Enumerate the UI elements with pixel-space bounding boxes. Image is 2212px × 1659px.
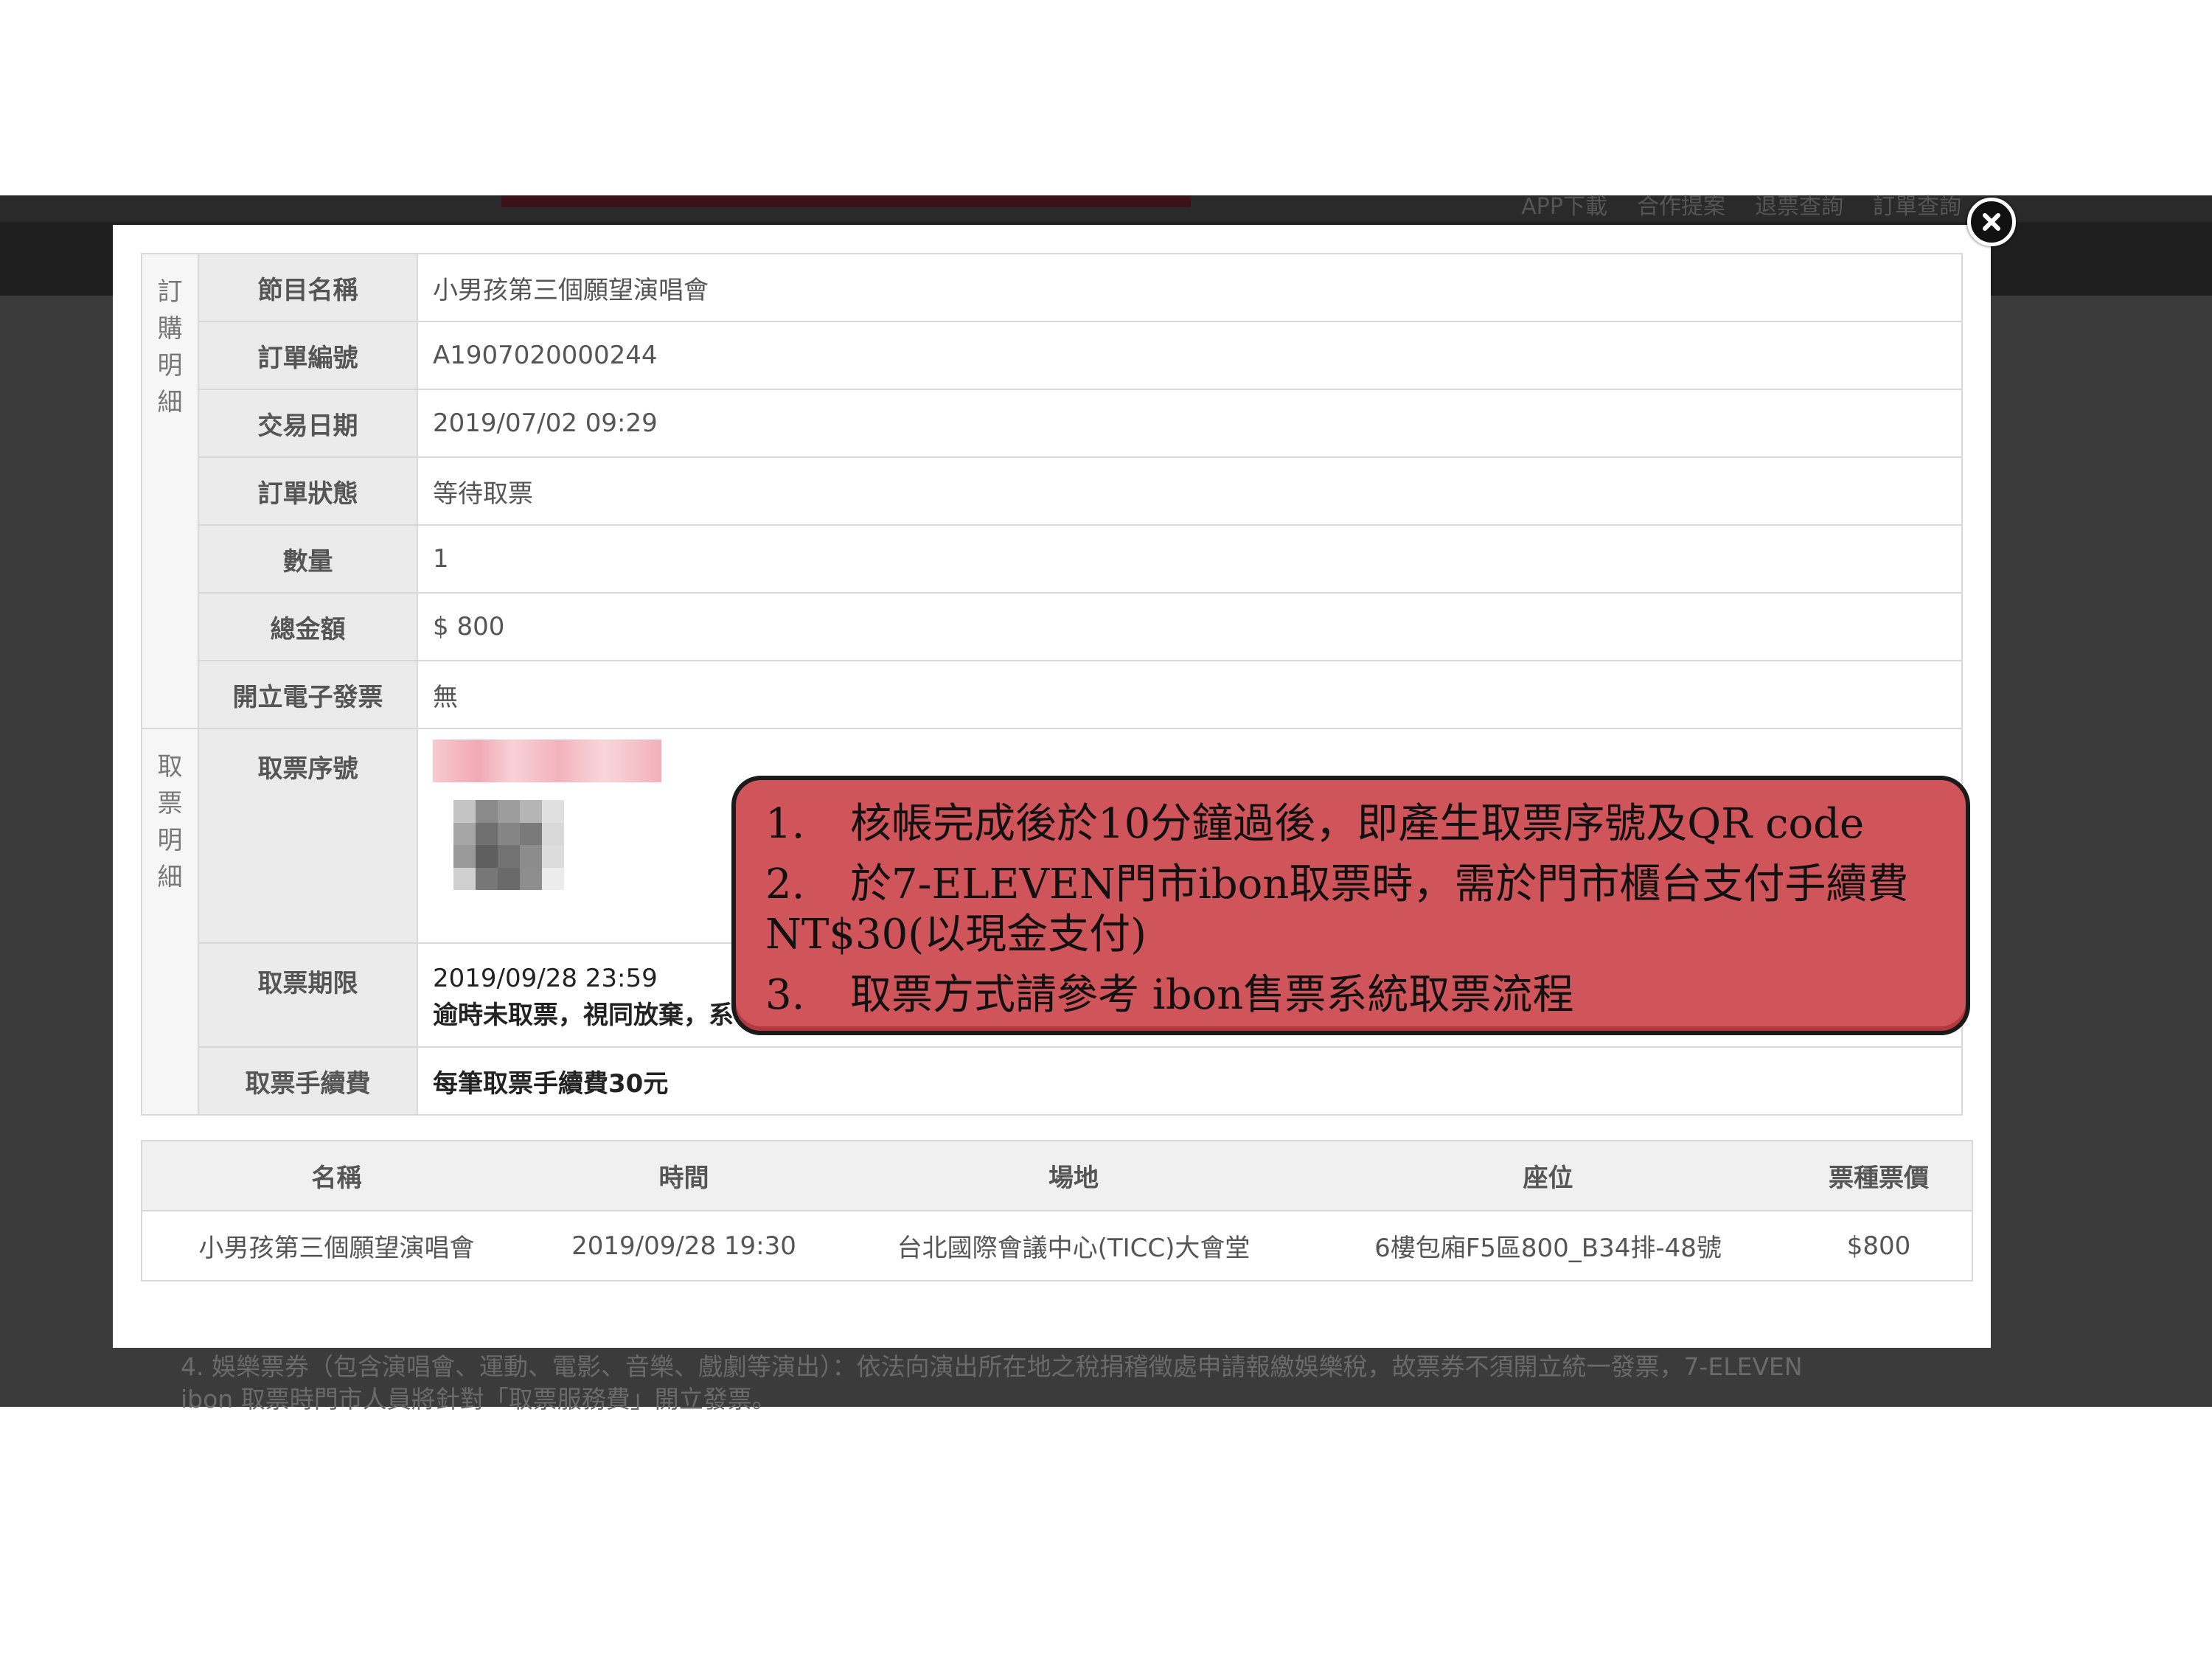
footer-note-line: 4. 娛樂票券（包含演唱會、運動、電影、音樂、戲劇等演出）：依法向演出所在地之稅… xyxy=(181,1352,1803,1381)
page-nav-links: APP下載 合作提案 退票查詢 訂單查詢 xyxy=(1521,188,1961,220)
table-row: 訂單編號 A1907020000244 xyxy=(142,321,1963,390)
value-total-amount: $ 800 xyxy=(417,592,1963,661)
value-transaction-date: 2019/07/02 09:29 xyxy=(417,389,1963,458)
label-pickup-fee: 取票手續費 xyxy=(198,1046,418,1116)
value-program-name: 小男孩第三個願望演唱會 xyxy=(417,253,1963,322)
footer-note-line: ibon 取票時門市人員將針對「取票服務費」開立發票。 xyxy=(181,1385,776,1413)
label-transaction-date: 交易日期 xyxy=(198,389,418,458)
cell-event-seat: 6樓包廂F5區800_B34排-48號 xyxy=(1310,1211,1786,1281)
value-pickup-fee: 每筆取票手續費30元 xyxy=(417,1046,1963,1116)
label-pickup-serial: 取票序號 xyxy=(198,728,418,944)
value-quantity: 1 xyxy=(417,524,1963,594)
label-order-status: 訂單狀態 xyxy=(198,456,418,526)
value-order-status: 等待取票 xyxy=(417,456,1963,526)
label-total-amount: 總金額 xyxy=(198,592,418,661)
table-row: 交易日期 2019/07/02 09:29 xyxy=(142,389,1963,458)
table-row: 訂購明細 節目名稱 小男孩第三個願望演唱會 xyxy=(141,253,1963,729)
page-banner xyxy=(501,195,1191,207)
cell-event-time: 2019/09/28 19:30 xyxy=(531,1211,837,1281)
col-header-time: 時間 xyxy=(531,1140,837,1211)
col-header-price: 票種票價 xyxy=(1786,1140,1972,1211)
table-row: 數量 1 xyxy=(142,524,1963,594)
nav-link-partnership: 合作提案 xyxy=(1637,194,1725,220)
label-quantity: 數量 xyxy=(198,524,418,594)
col-header-name: 名稱 xyxy=(142,1140,531,1211)
page-footer-note: 4. 娛樂票券（包含演唱會、運動、電影、音樂、戲劇等演出）：依法向演出所在地之稅… xyxy=(181,1351,1913,1416)
pickup-serial-blurred xyxy=(433,740,661,782)
section-order-detail: 訂購明細 xyxy=(141,253,199,729)
nav-link-order-query: 訂單查詢 xyxy=(1873,194,1961,220)
table-row: 總金額 $ 800 xyxy=(142,592,1963,661)
nav-link-refund-query: 退票查詢 xyxy=(1755,194,1843,220)
close-button[interactable] xyxy=(1967,198,2016,246)
instruction-callout: 1. 核帳完成後於10分鐘過後，即產生取票序號及QR code 2. 於7-ELEV… xyxy=(731,776,1970,1035)
cell-event-venue: 台北國際會議中心(TICC)大會堂 xyxy=(837,1211,1310,1281)
event-table: 名稱 時間 場地 座位 票種票價 小男孩第三個願望演唱會 2019/09/28 … xyxy=(141,1140,1973,1281)
value-order-number: A1907020000244 xyxy=(417,321,1963,390)
nav-link-app-download: APP下載 xyxy=(1521,194,1607,220)
callout-item-2: 2. 於7-ELEVEN門市ibon取票時，需於門市櫃台支付手續費 xyxy=(765,860,1909,908)
label-e-invoice: 開立電子發票 xyxy=(198,660,418,729)
cell-event-price: $800 xyxy=(1786,1211,1972,1281)
callout-item-1: 1. 核帳完成後於10分鐘過後，即產生取票序號及QR code xyxy=(765,800,1865,848)
value-e-invoice: 無 xyxy=(417,660,1963,729)
cell-event-name: 小男孩第三個願望演唱會 xyxy=(142,1211,531,1281)
table-row: 取票手續費 每筆取票手續費30元 xyxy=(142,1046,1963,1116)
event-table-header: 名稱 時間 場地 座位 票種票價 xyxy=(142,1140,1972,1211)
label-pickup-deadline: 取票期限 xyxy=(198,942,418,1048)
section-pickup-detail: 取票明細 xyxy=(141,728,199,1116)
close-icon xyxy=(1983,213,2000,231)
table-row: 小男孩第三個願望演唱會 2019/09/28 19:30 台北國際會議中心(TI… xyxy=(142,1211,1972,1281)
callout-item-2-continuation: NT$30(以現金支付) xyxy=(765,911,1147,959)
col-header-seat: 座位 xyxy=(1310,1140,1786,1211)
table-row: 訂單狀態 等待取票 xyxy=(142,456,1963,526)
qr-code-blurred xyxy=(453,800,564,890)
label-order-number: 訂單編號 xyxy=(198,321,418,390)
table-row: 開立電子發票 無 xyxy=(142,660,1963,729)
callout-item-3: 3. 取票方式請參考 ibon售票系統取票流程 xyxy=(765,971,1574,1019)
label-program-name: 節目名稱 xyxy=(198,253,418,322)
col-header-venue: 場地 xyxy=(837,1140,1310,1211)
